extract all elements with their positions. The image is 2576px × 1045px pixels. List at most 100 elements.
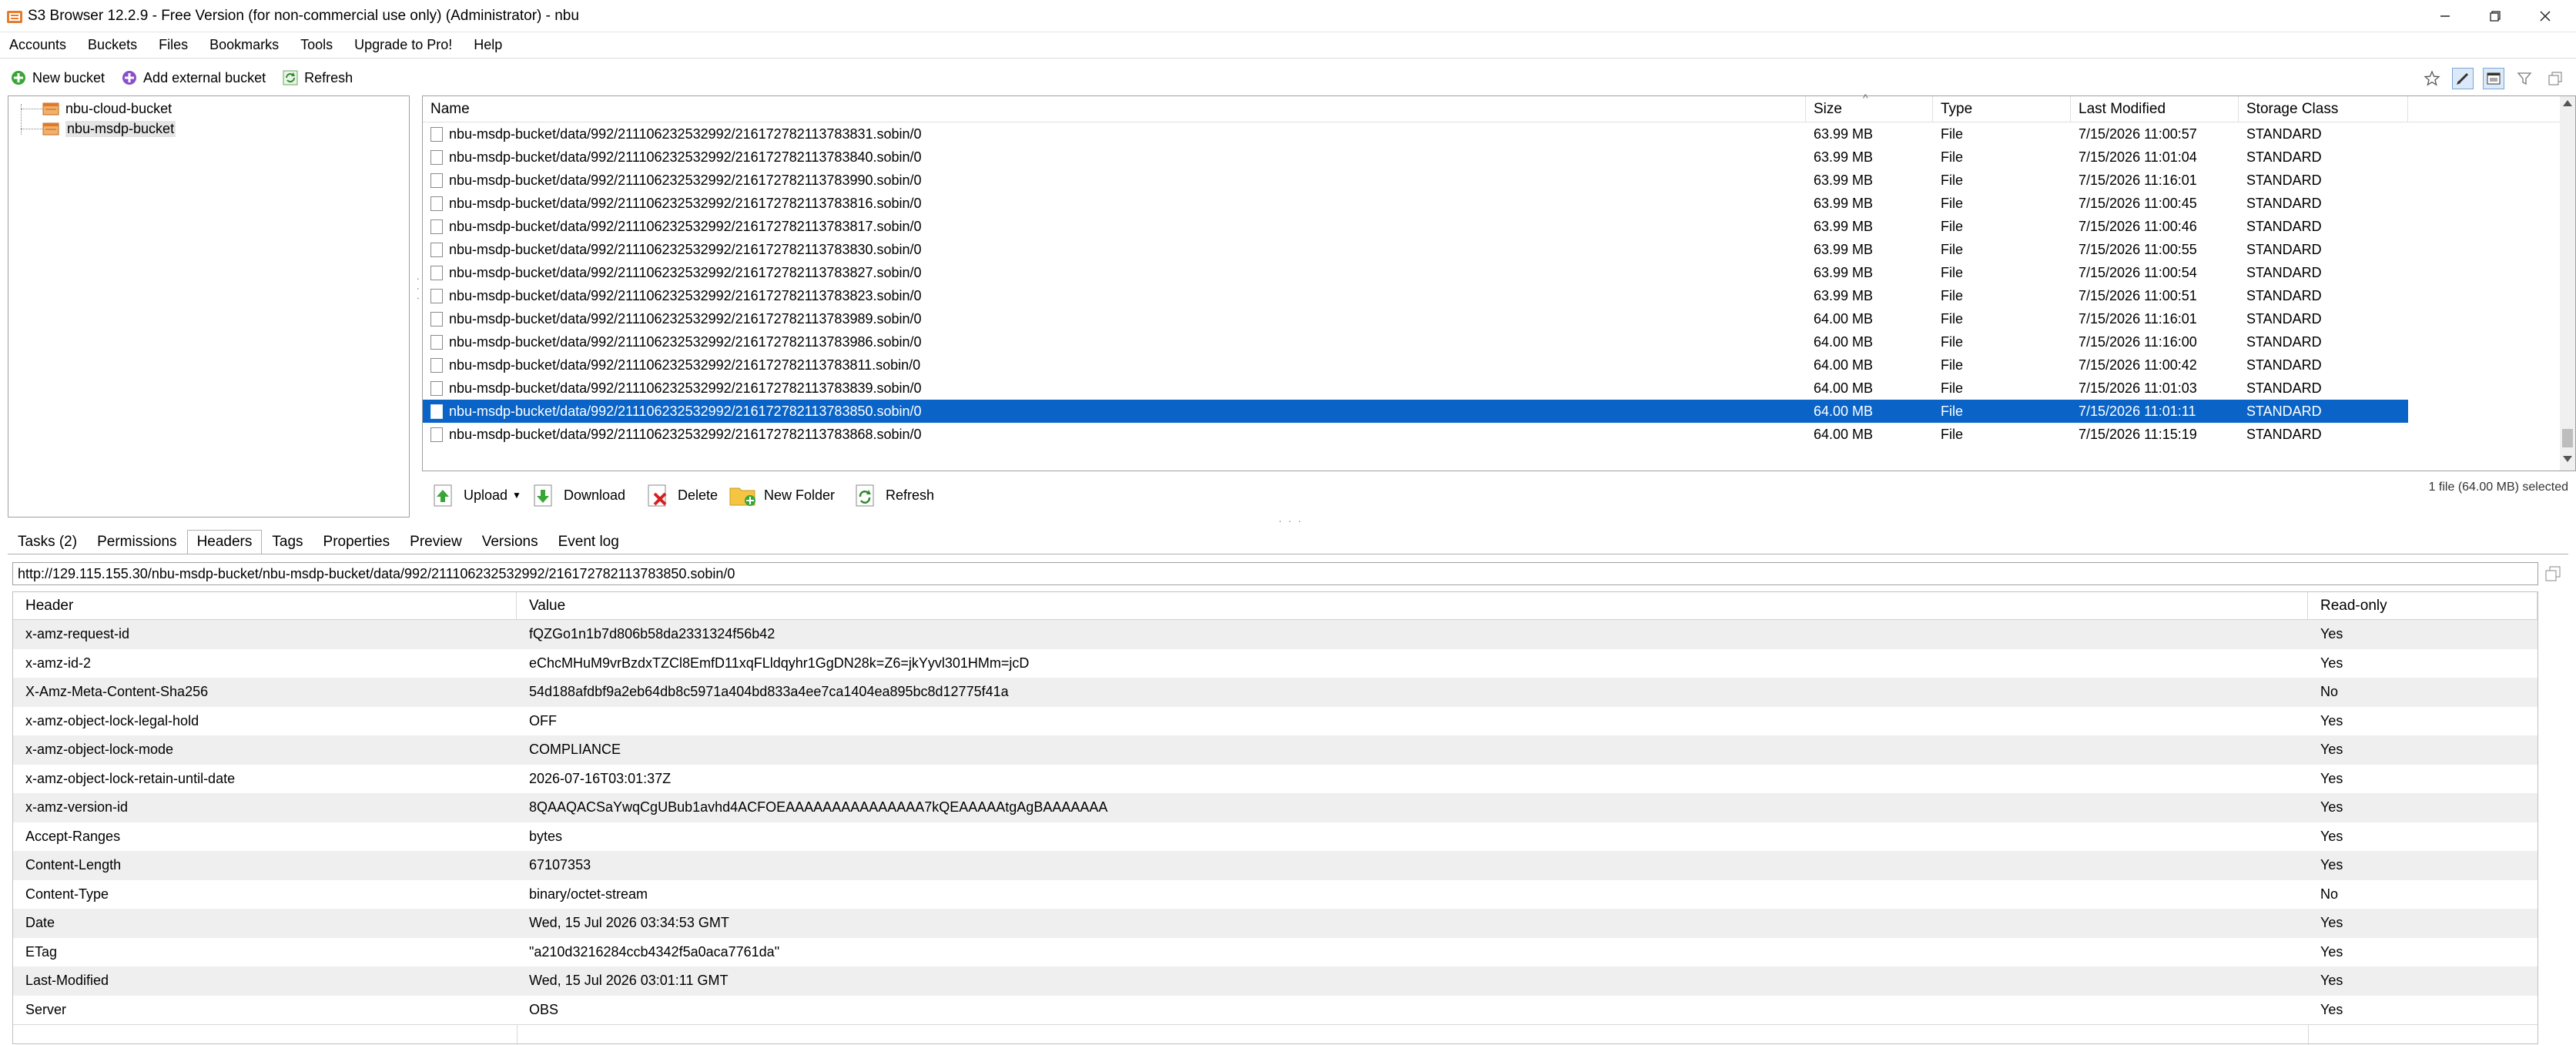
column-header-read-only[interactable]: Read-only bbox=[2308, 592, 2537, 620]
delete-button[interactable]: Delete bbox=[642, 481, 718, 510]
header-row[interactable]: X-Amz-Meta-Content-Sha256 54d188afdbf9a2e… bbox=[13, 678, 2537, 707]
column-header-type[interactable]: Type bbox=[1933, 96, 2071, 122]
header-row[interactable]: Content-Length 67107353 Yes bbox=[13, 851, 2537, 880]
upload-icon bbox=[428, 481, 457, 510]
panel-splitter[interactable]: · · · bbox=[0, 514, 2576, 527]
filter-button[interactable] bbox=[2514, 68, 2535, 89]
scrollbar-thumb[interactable] bbox=[2562, 429, 2573, 447]
tab-headers[interactable]: Headers bbox=[186, 530, 263, 554]
copy-button[interactable] bbox=[2544, 68, 2566, 89]
column-header-name[interactable]: Name bbox=[423, 96, 1806, 122]
tab-versions[interactable]: Versions bbox=[472, 530, 548, 554]
menu-bookmarks[interactable]: Bookmarks bbox=[209, 37, 279, 53]
add-external-bucket-button[interactable]: Add external bucket bbox=[120, 69, 266, 87]
header-row[interactable]: x-amz-request-id fQZGo1n1b7d806b58da23313… bbox=[13, 620, 2537, 649]
new-bucket-button[interactable]: New bucket bbox=[9, 69, 105, 87]
column-header-value[interactable]: Value bbox=[517, 592, 2308, 620]
vertical-splitter-grip[interactable]: · · · bbox=[413, 277, 425, 302]
object-cell-class: STANDARD bbox=[2246, 196, 2322, 211]
bucket-item-nbu-msdp-bucket[interactable]: nbu-msdp-bucket bbox=[42, 119, 176, 139]
detail-tabs: Tasks (2) Permissions Headers Tags Prope… bbox=[8, 528, 629, 554]
object-row[interactable]: nbu-msdp-bucket/data/992/211106232532992… bbox=[423, 238, 2408, 261]
vertical-scrollbar[interactable] bbox=[2560, 96, 2575, 471]
upload-button[interactable]: Upload ▼ bbox=[428, 481, 521, 510]
object-cell-type: File bbox=[1941, 196, 1964, 211]
menu-buckets[interactable]: Buckets bbox=[88, 37, 137, 53]
object-row[interactable]: nbu-msdp-bucket/data/992/211106232532992… bbox=[423, 377, 2408, 400]
object-row[interactable]: nbu-msdp-bucket/data/992/211106232532992… bbox=[423, 353, 2408, 377]
pencil-icon bbox=[2457, 72, 2469, 85]
header-cell-value: Wed, 15 Jul 2026 03:01:11 GMT bbox=[529, 973, 729, 988]
object-cell-size: 63.99 MB bbox=[1814, 242, 1874, 257]
object-row[interactable]: nbu-msdp-bucket/data/992/211106232532992… bbox=[423, 146, 2408, 169]
header-row[interactable]: x-amz-object-lock-retain-until-date 2026-… bbox=[13, 765, 2537, 794]
tab-tasks[interactable]: Tasks (2) bbox=[8, 530, 87, 554]
bookmark-button[interactable] bbox=[2421, 68, 2443, 89]
header-row[interactable]: Content-Type binary/octet-stream No bbox=[13, 880, 2537, 909]
object-row[interactable]: nbu-msdp-bucket/data/992/211106232532992… bbox=[423, 192, 2408, 215]
object-row[interactable]: nbu-msdp-bucket/data/992/211106232532992… bbox=[423, 215, 2408, 238]
menu-tools[interactable]: Tools bbox=[300, 37, 333, 53]
header-cell-readonly: Yes bbox=[2320, 742, 2343, 757]
object-cell-class: STANDARD bbox=[2246, 334, 2322, 350]
object-cell-name: nbu-msdp-bucket/data/992/211106232532992… bbox=[449, 404, 922, 419]
tab-tags[interactable]: Tags bbox=[262, 530, 313, 554]
close-button[interactable] bbox=[2507, 0, 2576, 32]
menu-files[interactable]: Files bbox=[159, 37, 188, 53]
column-header-header[interactable]: Header bbox=[13, 592, 517, 620]
header-row[interactable]: ETag "a210d3216284ccb4342f5a0aca7761da" Ye… bbox=[13, 938, 2537, 967]
header-row[interactable]: x-amz-object-lock-mode COMPLIANCE Yes bbox=[13, 735, 2537, 765]
object-cell-size: 63.99 MB bbox=[1814, 196, 1874, 211]
view-mode-button[interactable] bbox=[2483, 68, 2504, 89]
headers-table-header: Header Value Read-only bbox=[13, 592, 2537, 620]
header-cell-value: bytes bbox=[529, 828, 563, 844]
object-row[interactable]: nbu-msdp-bucket/data/992/211106232532992… bbox=[423, 169, 2408, 192]
object-row[interactable]: nbu-msdp-bucket/data/992/211106232532992… bbox=[423, 284, 2408, 307]
header-cell-value: 2026-07-16T03:01:37Z bbox=[529, 770, 672, 786]
header-row[interactable]: x-amz-version-id 8QAAQACSaYwqCgUBub1avhd4… bbox=[13, 793, 2537, 822]
header-row[interactable]: Last-Modified Wed, 15 Jul 2026 03:01:11 G… bbox=[13, 966, 2537, 996]
object-row[interactable]: nbu-msdp-bucket/data/992/211106232532992… bbox=[423, 330, 2408, 353]
object-cell-size: 64.00 MB bbox=[1814, 334, 1874, 350]
star-icon bbox=[2424, 70, 2440, 86]
tab-preview[interactable]: Preview bbox=[400, 530, 472, 554]
bucket-item-nbu-cloud-bucket[interactable]: nbu-cloud-bucket bbox=[42, 99, 172, 119]
header-cell-value: Wed, 15 Jul 2026 03:34:53 GMT bbox=[529, 915, 729, 930]
object-url-field[interactable]: http://129.115.155.30/nbu-msdp-bucket/nb… bbox=[12, 562, 2538, 585]
header-cell-header: x-amz-object-lock-retain-until-date bbox=[25, 770, 236, 786]
object-row[interactable]: nbu-msdp-bucket/data/992/211106232532992… bbox=[423, 261, 2408, 284]
tab-permissions[interactable]: Permissions bbox=[87, 530, 186, 554]
header-row[interactable]: x-amz-id-2 eChcMHuM9vrBzdxTZCl8EmfD11xqFL… bbox=[13, 649, 2537, 678]
objects-header: Name Size Type Last Modified Storage Cla… bbox=[423, 96, 2561, 122]
copy-url-button[interactable] bbox=[2541, 562, 2564, 585]
edit-button[interactable] bbox=[2452, 68, 2474, 89]
header-row[interactable]: Date Wed, 15 Jul 2026 03:34:53 GMT Yes bbox=[13, 909, 2537, 938]
menu-upgrade[interactable]: Upgrade to Pro! bbox=[354, 37, 452, 53]
column-header-storage-class[interactable]: Storage Class bbox=[2239, 96, 2408, 122]
tab-properties[interactable]: Properties bbox=[313, 530, 400, 554]
selection-status: 1 file (64.00 MB) selected bbox=[2428, 481, 2568, 494]
object-cell-size: 63.99 MB bbox=[1814, 172, 1874, 188]
object-cell-modified: 7/15/2026 11:00:46 bbox=[2079, 219, 2197, 234]
menu-help[interactable]: Help bbox=[474, 37, 502, 53]
menu-accounts[interactable]: Accounts bbox=[9, 37, 66, 53]
copy-icon bbox=[2548, 72, 2562, 85]
header-row[interactable]: x-amz-object-lock-legal-hold OFF Yes bbox=[13, 707, 2537, 736]
object-row[interactable]: nbu-msdp-bucket/data/992/211106232532992… bbox=[423, 122, 2408, 146]
object-row[interactable]: nbu-msdp-bucket/data/992/211106232532992… bbox=[423, 423, 2408, 446]
object-cell-modified: 7/15/2026 11:00:42 bbox=[2079, 357, 2197, 373]
column-header-size[interactable]: Size bbox=[1806, 96, 1933, 122]
refresh-objects-button[interactable]: Refresh bbox=[850, 481, 934, 510]
object-row[interactable]: nbu-msdp-bucket/data/992/211106232532992… bbox=[423, 400, 2408, 423]
object-row[interactable]: nbu-msdp-bucket/data/992/211106232532992… bbox=[423, 307, 2408, 330]
title-bar: S3 Browser 12.2.9 - Free Version (for no… bbox=[0, 0, 2576, 32]
refresh-buckets-button[interactable]: Refresh bbox=[281, 69, 353, 87]
object-cell-type: File bbox=[1941, 242, 1964, 257]
download-button[interactable]: Download bbox=[528, 481, 625, 510]
header-cell-header: X-Amz-Meta-Content-Sha256 bbox=[25, 684, 209, 699]
column-header-last-modified[interactable]: Last Modified bbox=[2071, 96, 2239, 122]
tab-event-log[interactable]: Event log bbox=[548, 530, 629, 554]
new-folder-button[interactable]: New Folder bbox=[729, 481, 835, 510]
header-row[interactable]: Server OBS Yes bbox=[13, 996, 2537, 1025]
header-row[interactable]: Accept-Ranges bytes Yes bbox=[13, 822, 2537, 852]
